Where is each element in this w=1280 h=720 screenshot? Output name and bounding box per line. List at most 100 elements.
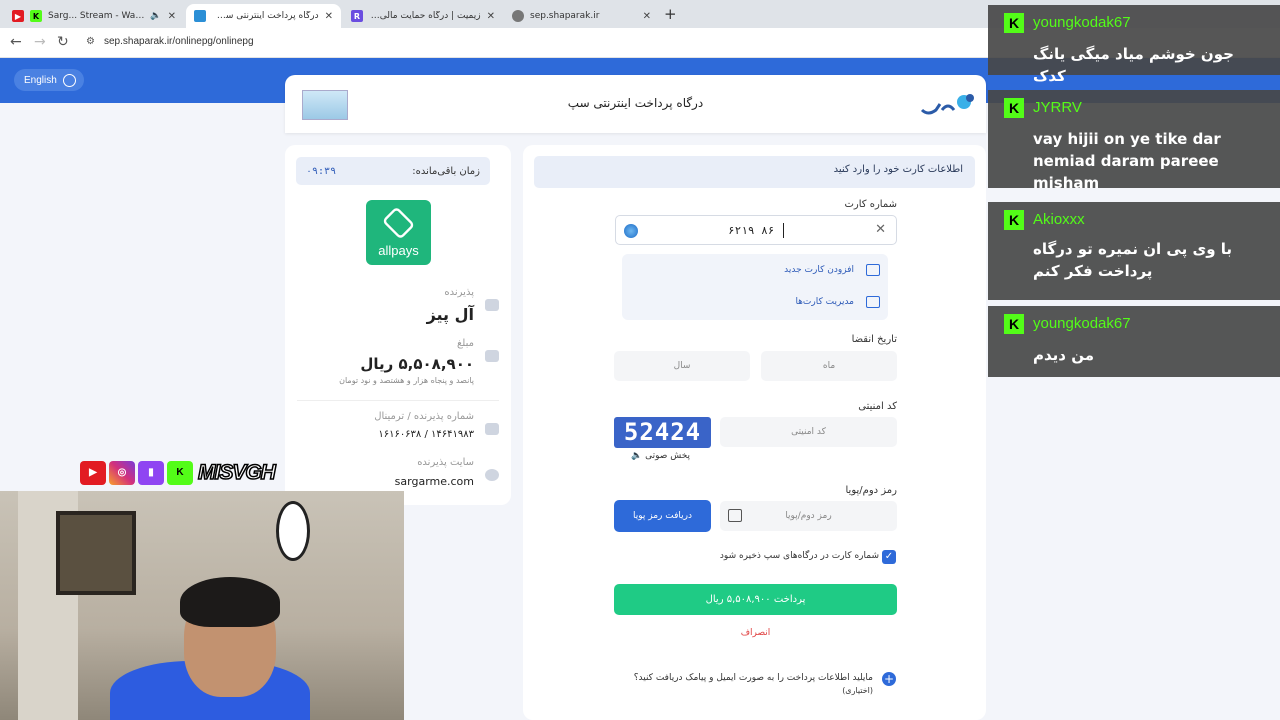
kick-icon: K [167, 461, 193, 485]
streamer-socials: ▶ ◎ ▮ K MISVGH [80, 460, 277, 485]
terminal-icon [485, 423, 499, 435]
new-tab-button[interactable]: + [664, 5, 677, 23]
streamer-name: MISVGH [197, 460, 276, 485]
url-field[interactable]: sep.shaparak.ir/onlinepg/onlinepg [104, 36, 254, 47]
email-question[interactable]: مایلید اطلاعات پرداخت را به صورت ایمیل و… [634, 673, 873, 683]
site-label: سایت پذیرنده [417, 457, 474, 468]
sep-logo [920, 94, 974, 115]
tab-title: درگاه پرداخت اینترنتی سپ - پرداخ [212, 11, 319, 21]
save-card-checkbox[interactable]: ✓ [882, 550, 896, 564]
site-info-icon[interactable]: ⚙ [86, 36, 95, 47]
merchant-panel: زمان باقی‌مانده: ۰۹:۳۹ allpays پذیرنده آ… [285, 145, 511, 505]
tab-title: Sarg... Stream - Watch [48, 11, 145, 21]
add-card-icon [866, 264, 880, 276]
otp-input[interactable]: رمز دوم/پویا [720, 501, 897, 531]
chat-text: جون خوشم میاد میگی یانگ کدک [1033, 45, 1234, 85]
email-optional-note: (اختیاری) [842, 686, 873, 695]
chat-message: K JYRRV vay hijii on ye tike dar nemiad … [988, 90, 1280, 192]
tab-title: زیمیت | درگاه حمایت مالی از Zed [369, 11, 481, 21]
web-icon [485, 469, 499, 481]
captcha-input[interactable]: کد امنیتی [720, 417, 897, 447]
amount-label: مبلغ [456, 338, 474, 349]
tab-title: sep.shaparak.ir [530, 11, 600, 21]
card-number-value: ۶۲۱۹ ۸۶ [728, 224, 775, 237]
gateway-title: درگاه پرداخت اینترنتی سپ [567, 96, 704, 110]
kick-icon: K [1004, 314, 1024, 334]
captcha-label: کد امنیتی [858, 401, 897, 412]
captcha-image: 52424 [614, 417, 711, 448]
speaker-icon: 🔈 [631, 451, 643, 461]
zimit-favicon: R [351, 10, 363, 22]
allpays-mark-icon [381, 206, 416, 240]
youtube-icon: ▶ [12, 10, 24, 22]
chat-message: K Akioxxx با وی پی ان نمیره تو درگاه پرد… [988, 202, 1280, 300]
tab-sep-gateway[interactable]: درگاه پرداخت اینترنتی سپ - پرداخ ✕ [186, 4, 341, 28]
instagram-icon: ◎ [109, 461, 135, 485]
save-card-label: شماره کارت در درگاه‌های سپ ذخیره شود [719, 551, 879, 561]
chat-text: با وی پی ان نمیره تو درگاه پرداخت فکر کن… [1033, 240, 1232, 280]
merchant-logo: allpays [366, 200, 431, 265]
expiry-month-input[interactable]: ماه [761, 351, 897, 381]
pay-button[interactable]: پرداخت ۵,۵۰۸,۹۰۰ ریال [614, 584, 897, 615]
speaker-icon[interactable]: 🔈 [150, 11, 161, 21]
youtube-icon: ▶ [80, 461, 106, 485]
acceptor-label: پذیرنده [444, 287, 474, 298]
otp-label: رمز دوم/پویا [845, 485, 897, 496]
chat-message: K youngkodak67 من دیدم [988, 306, 1280, 377]
site-value: sargarme.com [394, 475, 474, 488]
kick-icon: K [1004, 13, 1024, 33]
expand-plus-icon[interactable]: + [882, 672, 896, 686]
globe-icon [62, 73, 76, 87]
streamer-hair [180, 577, 280, 627]
timer-value: ۰۹:۳۹ [306, 165, 337, 177]
expiry-year-input[interactable]: سال [614, 351, 750, 381]
audio-captcha-button[interactable]: پخش صوتی 🔈 [631, 451, 690, 461]
gateway-header: درگاه پرداخت اینترنتی سپ [285, 75, 986, 133]
reload-icon[interactable]: ↻ [57, 34, 69, 50]
tab-shaparak[interactable]: sep.shaparak.ir ✕ [504, 4, 659, 28]
terminal-value: ۱۴۶۴۱۹۸۳ / ۱۶۱۶۰۶۳۸ [378, 429, 474, 440]
timer-label: زمان باقی‌مانده: [412, 165, 480, 177]
chat-text: vay hijii on ye tike dar nemiad daram pa… [1033, 130, 1221, 192]
close-tab-icon[interactable]: ✕ [325, 11, 333, 22]
back-arrow-icon[interactable]: ← [10, 34, 22, 50]
manage-cards-icon [866, 296, 880, 308]
store-icon [485, 299, 499, 311]
tab-stream[interactable]: ▶ K Sarg... Stream - Watch 🔈 ✕ [4, 4, 184, 28]
chat-username: youngkodak67 [1033, 14, 1131, 31]
webcam-feed [0, 491, 404, 720]
amount-value: ۵,۵۰۸,۹۰۰ ریال [360, 355, 474, 373]
tab-zimit[interactable]: R زیمیت | درگاه حمایت مالی از Zed ✕ [343, 4, 503, 28]
clear-icon[interactable]: ✕ [875, 222, 886, 237]
merchant-logo-text: allpays [378, 243, 419, 258]
get-otp-button[interactable]: دریافت رمز پویا [614, 500, 711, 532]
close-tab-icon[interactable]: ✕ [643, 11, 651, 22]
forward-arrow-icon[interactable]: → [34, 34, 46, 50]
kick-icon: K [30, 10, 42, 22]
language-button[interactable]: English [14, 69, 84, 91]
amount-words: پانصد و پنجاه هزار و هشتصد و نود تومان [339, 376, 474, 385]
text-caret [783, 223, 784, 238]
close-tab-icon[interactable]: ✕ [168, 11, 176, 22]
chat-username: youngkodak67 [1033, 315, 1131, 332]
bank-logo-icon [624, 224, 638, 238]
kick-icon: K [1004, 98, 1024, 118]
audio-label: پخش صوتی [645, 451, 691, 461]
close-tab-icon[interactable]: ✕ [487, 11, 495, 22]
chat-username: JYRRV [1033, 99, 1082, 116]
add-new-card-item[interactable]: افزودن کارت جدید [784, 264, 880, 276]
calendar-icon [728, 509, 742, 522]
divider [297, 400, 499, 401]
chat-text: من دیدم [1033, 346, 1094, 364]
wall-clock [276, 501, 310, 561]
chat-username: Akioxxx [1033, 211, 1085, 228]
language-label: English [24, 74, 57, 86]
card-number-label: شماره کارت [844, 199, 897, 210]
card-number-input[interactable]: ۶۲۱۹ ۸۶ ✕ [615, 215, 897, 245]
manage-cards-item[interactable]: مدیریت کارت‌ها [795, 296, 880, 308]
twitch-icon: ▮ [138, 461, 164, 485]
kick-icon: K [1004, 210, 1024, 230]
cancel-button[interactable]: انصراف [614, 628, 897, 638]
timer-box: زمان باقی‌مانده: ۰۹:۳۹ [296, 157, 490, 185]
add-new-card-label: افزودن کارت جدید [784, 265, 854, 275]
